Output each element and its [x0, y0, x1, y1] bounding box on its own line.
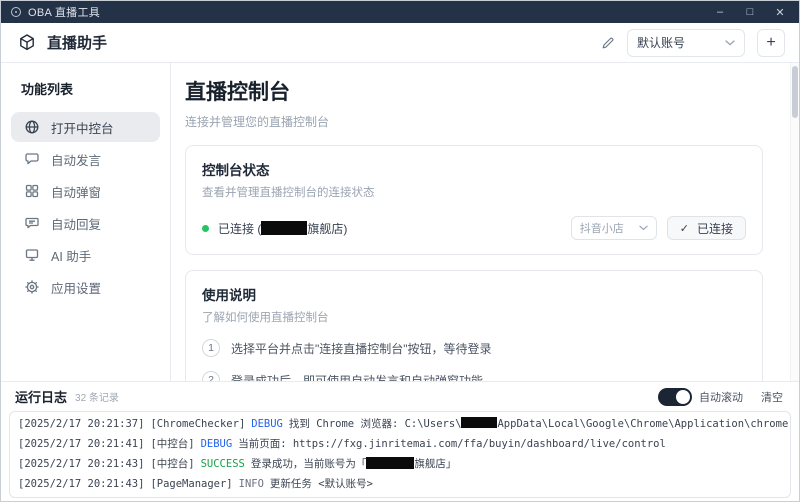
account-select[interactable]: 默认账号: [627, 28, 745, 57]
autoscroll-toggle[interactable]: [658, 387, 692, 406]
page-title: 直播控制台: [185, 81, 290, 104]
platform-select-value: 抖音小店: [579, 223, 624, 235]
minimize-button[interactable]: –: [705, 1, 735, 23]
sidebar-item-label: 自动弹窗: [51, 185, 102, 200]
close-button[interactable]: ✕: [765, 1, 795, 23]
log-actions: 自动滚动 清空: [658, 387, 783, 406]
help-card-title: 使用说明: [202, 288, 256, 303]
gear-icon: [24, 279, 40, 295]
step-number: 1: [202, 339, 220, 357]
log-entry: [2025/2/17 20:21:41] [中控台] DEBUG 当前页面: http…: [18, 438, 666, 450]
instruction-step: 2 登录成功后，即可使用自动发言和自动弹窗功能: [202, 371, 746, 381]
message-square-icon: [24, 215, 40, 231]
log-output[interactable]: [2025/2/17 20:21:37] [ChromeChecker] DEBUG…: [9, 411, 791, 498]
chevron-down-icon: [639, 225, 648, 231]
scrollbar-thumb[interactable]: [792, 66, 798, 118]
sidebar-item-ai-assistant[interactable]: AI 助手: [11, 240, 160, 270]
help-card-subtitle: 了解如何使用直播控制台: [202, 312, 329, 324]
header-actions: 默认账号 +: [601, 28, 785, 57]
add-account-button[interactable]: +: [757, 28, 785, 57]
chat-bubble-icon: [24, 151, 40, 167]
sidebar-item-label: 应用设置: [51, 281, 102, 296]
maximize-button[interactable]: □: [735, 1, 765, 23]
titlebar: OBA 直播工具 – □ ✕: [1, 1, 799, 23]
step-number: 2: [202, 371, 220, 381]
main-content: 直播控制台 连接并管理您的直播控制台 控制台状态 查看并管理直播控制台的连接状态…: [171, 63, 799, 381]
instruction-step: 1 选择平台并点击"连接直播控制台"按钮，等待登录: [202, 339, 746, 357]
clear-log-button[interactable]: 清空: [761, 389, 783, 405]
redaction: [261, 220, 308, 235]
status-card-subtitle: 查看并管理直播控制台的连接状态: [202, 187, 375, 199]
account-select-value: 默认账号: [637, 36, 686, 50]
sidebar-item-label: AI 助手: [51, 249, 92, 264]
log-entry: [2025/2/17 20:21:43] [中控台] SUCCESS 登录成功，当前账…: [18, 457, 457, 470]
page-subtitle: 连接并管理您的直播控制台: [185, 115, 330, 129]
sidebar-item-auto-speak[interactable]: 自动发言: [11, 144, 160, 174]
sidebar-item-auto-reply[interactable]: 自动回复: [11, 208, 160, 238]
step-text: 登录成功后，即可使用自动发言和自动弹窗功能: [231, 373, 484, 382]
app-brand: 直播助手: [17, 32, 107, 53]
sidebar-item-auto-popup[interactable]: 自动弹窗: [11, 176, 160, 206]
chevron-down-icon: [725, 39, 735, 46]
main-scrollbar[interactable]: [790, 63, 799, 381]
sidebar-item-open-console[interactable]: 打开中控台: [11, 112, 160, 142]
log-count: 32 条记录: [75, 393, 119, 404]
redaction: [366, 457, 415, 469]
status-card-title: 控制台状态: [202, 163, 270, 178]
window-controls: – □ ✕: [705, 1, 795, 23]
connection-status: 已连接 (旗舰店): [202, 220, 347, 237]
sidebar-item-label: 打开中控台: [51, 121, 114, 136]
monitor-icon: [24, 247, 40, 263]
app-window: OBA 直播工具 – □ ✕ 直播助手 默认账号 + 功能列表 打开中控台 自动…: [0, 0, 800, 502]
platform-select[interactable]: 抖音小店: [570, 216, 657, 240]
layout-grid-icon: [24, 183, 40, 199]
globe-icon: [24, 119, 40, 135]
status-text: 已连接 (旗舰店): [218, 220, 348, 236]
log-entry: [2025/2/17 20:21:37] [ChromeChecker] DEBUG…: [18, 417, 791, 430]
app-title: 直播助手: [47, 35, 108, 52]
body: 功能列表 打开中控台 自动发言 自动弹窗 自动回复 AI 助手 应用设置 直播控…: [1, 63, 799, 381]
sidebar: 功能列表 打开中控台 自动发言 自动弹窗 自动回复 AI 助手 应用设置: [1, 63, 171, 381]
status-dot: [202, 224, 209, 232]
check-icon: ✓: [679, 222, 689, 235]
connect-button-label: 已连接: [696, 221, 733, 236]
edit-pencil-icon[interactable]: [601, 36, 615, 50]
sidebar-title: 功能列表: [21, 82, 74, 97]
sidebar-item-label: 自动回复: [51, 217, 102, 232]
toggle-knob: [676, 389, 690, 404]
app-icon: [11, 7, 21, 17]
sidebar-item-label: 自动发言: [51, 153, 102, 168]
sidebar-item-app-settings[interactable]: 应用设置: [11, 272, 160, 302]
connect-button[interactable]: ✓ 已连接: [666, 216, 746, 240]
step-text: 选择平台并点击"连接直播控制台"按钮，等待登录: [231, 341, 492, 356]
status-controls: 抖音小店 ✓ 已连接: [570, 216, 746, 240]
status-row: 已连接 (旗舰店) 抖音小店 ✓ 已连接: [202, 216, 746, 240]
log-panel-header: 运行日志 32 条记录 自动滚动 清空: [1, 381, 799, 411]
log-title: 运行日志: [15, 390, 68, 405]
redaction: [461, 417, 498, 428]
console-status-card: 控制台状态 查看并管理直播控制台的连接状态 已连接 (旗舰店) 抖音小店 ✓ 已…: [185, 145, 763, 255]
log-entry: [2025/2/17 20:21:43] [PageManager] INFO 更新任…: [18, 478, 373, 490]
app-header: 直播助手 默认账号 +: [1, 23, 799, 63]
instructions-card: 使用说明 了解如何使用直播控制台 1 选择平台并点击"连接直播控制台"按钮，等待…: [185, 270, 763, 381]
window-title: OBA 直播工具: [28, 7, 101, 19]
package-icon: [17, 33, 37, 53]
autoscroll-label: 自动滚动: [699, 391, 743, 404]
